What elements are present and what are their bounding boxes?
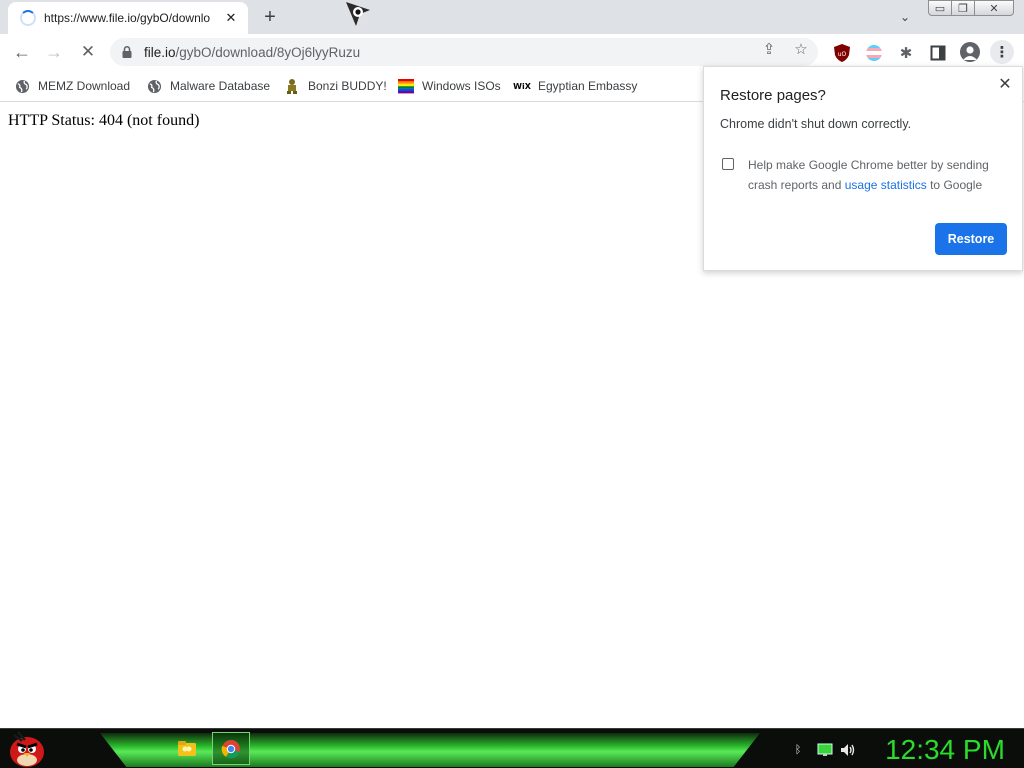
- url-text[interactable]: file.io/gybO/download/8yOj6lyyRuzu: [144, 45, 818, 60]
- bookmark-windows-isos[interactable]: Windows ISOs: [398, 76, 501, 96]
- volume-icon[interactable]: [840, 742, 856, 758]
- globe-icon: [146, 78, 162, 94]
- wix-icon: WiX: [513, 81, 531, 91]
- bonzi-icon: [284, 78, 300, 94]
- browser-tab[interactable]: https://www.file.io/gybO/downlo ✕: [8, 2, 248, 34]
- lock-icon[interactable]: [120, 45, 134, 59]
- bookmark-label: Windows ISOs: [422, 79, 501, 93]
- window-restore-button[interactable]: ❐: [951, 0, 975, 16]
- address-bar[interactable]: file.io/gybO/download/8yOj6lyyRuzu: [110, 38, 818, 66]
- new-tab-button[interactable]: +: [258, 5, 282, 29]
- extensions-puzzle-icon[interactable]: ✱: [897, 44, 915, 62]
- label-text-after: to Google: [926, 178, 983, 192]
- bookmark-malware-database[interactable]: Malware Database: [146, 76, 270, 96]
- tab-search-chevron-icon[interactable]: ⌄: [895, 8, 915, 26]
- bookmark-star-icon[interactable]: ☆: [792, 40, 810, 58]
- bookmark-memz-download[interactable]: MEMZ Download: [14, 76, 130, 96]
- usage-statistics-link[interactable]: usage statistics: [845, 178, 927, 192]
- tab-close-icon[interactable]: ✕: [222, 9, 240, 27]
- window-close-button[interactable]: ✕: [974, 0, 1014, 16]
- url-path: /gybO/download/8yOj6lyyRuzu: [175, 44, 361, 60]
- restore-heading: Restore pages?: [720, 87, 826, 104]
- url-host: file.io: [144, 44, 176, 60]
- screen: https://www.file.io/gybO/downlo ✕ + ⌄ ▭ …: [0, 0, 1024, 768]
- bookmark-label: MEMZ Download: [38, 79, 131, 93]
- bookmark-label: Bonzi BUDDY!: [308, 79, 387, 93]
- crash-reports-label: Help make Google Chrome better by sendin…: [748, 155, 1010, 195]
- crash-reports-checkbox[interactable]: [722, 158, 734, 170]
- http-status-text: HTTP Status: 404 (not found): [8, 112, 200, 129]
- bookmark-egyptian-embassy[interactable]: WiX Egyptian Embassy: [513, 76, 638, 96]
- bluetooth-icon[interactable]: ᛒ: [790, 742, 806, 758]
- loading-spinner-icon: [20, 10, 36, 26]
- forward-button[interactable]: →: [42, 40, 66, 64]
- taskbar-chrome-button[interactable]: [212, 732, 250, 765]
- stop-loading-button[interactable]: ✕: [76, 40, 100, 64]
- folder-icon[interactable]: [176, 737, 198, 759]
- tab-strip: https://www.file.io/gybO/downlo ✕ + ⌄ ▭ …: [0, 0, 1024, 34]
- tab-title: https://www.file.io/gybO/downlo: [44, 11, 211, 25]
- angry-bird-start-icon[interactable]: [6, 729, 48, 768]
- taskbar-glow-panel: [100, 733, 760, 767]
- eye-cursor-icon: [346, 2, 370, 26]
- side-panel-icon[interactable]: [929, 44, 947, 62]
- svg-text:uO: uO: [838, 51, 847, 58]
- rainbow-flag-icon: [398, 78, 414, 94]
- share-icon[interactable]: ⇪: [760, 40, 778, 58]
- ublock-origin-icon[interactable]: uO: [833, 44, 851, 62]
- profile-avatar-icon[interactable]: [960, 42, 980, 62]
- browser-toolbar: ← → ✕ file.io/gybO/download/8yOj6lyyRuzu…: [0, 34, 1024, 70]
- bookmark-label: Malware Database: [170, 79, 271, 93]
- close-icon[interactable]: ✕: [996, 75, 1014, 93]
- restore-button[interactable]: Restore: [935, 223, 1007, 255]
- network-icon[interactable]: [817, 742, 833, 758]
- bookmark-bonzi-buddy[interactable]: Bonzi BUDDY!: [284, 76, 387, 96]
- window-minimize-button[interactable]: ▭: [928, 0, 952, 16]
- trans-flag-extension-icon[interactable]: [865, 44, 883, 62]
- globe-icon: [14, 78, 30, 94]
- back-button[interactable]: ←: [10, 40, 34, 64]
- taskbar: ᛒ 12:34 PM: [0, 728, 1024, 768]
- chrome-menu-button[interactable]: ⋮: [990, 40, 1014, 64]
- restore-pages-bubble: Restore pages? ✕ Chrome didn't shut down…: [703, 66, 1023, 271]
- restore-message: Chrome didn't shut down correctly.: [720, 117, 912, 131]
- bookmark-label: Egyptian Embassy: [538, 79, 638, 93]
- chrome-icon: [221, 739, 240, 758]
- taskbar-clock[interactable]: 12:34 PM: [870, 733, 1020, 767]
